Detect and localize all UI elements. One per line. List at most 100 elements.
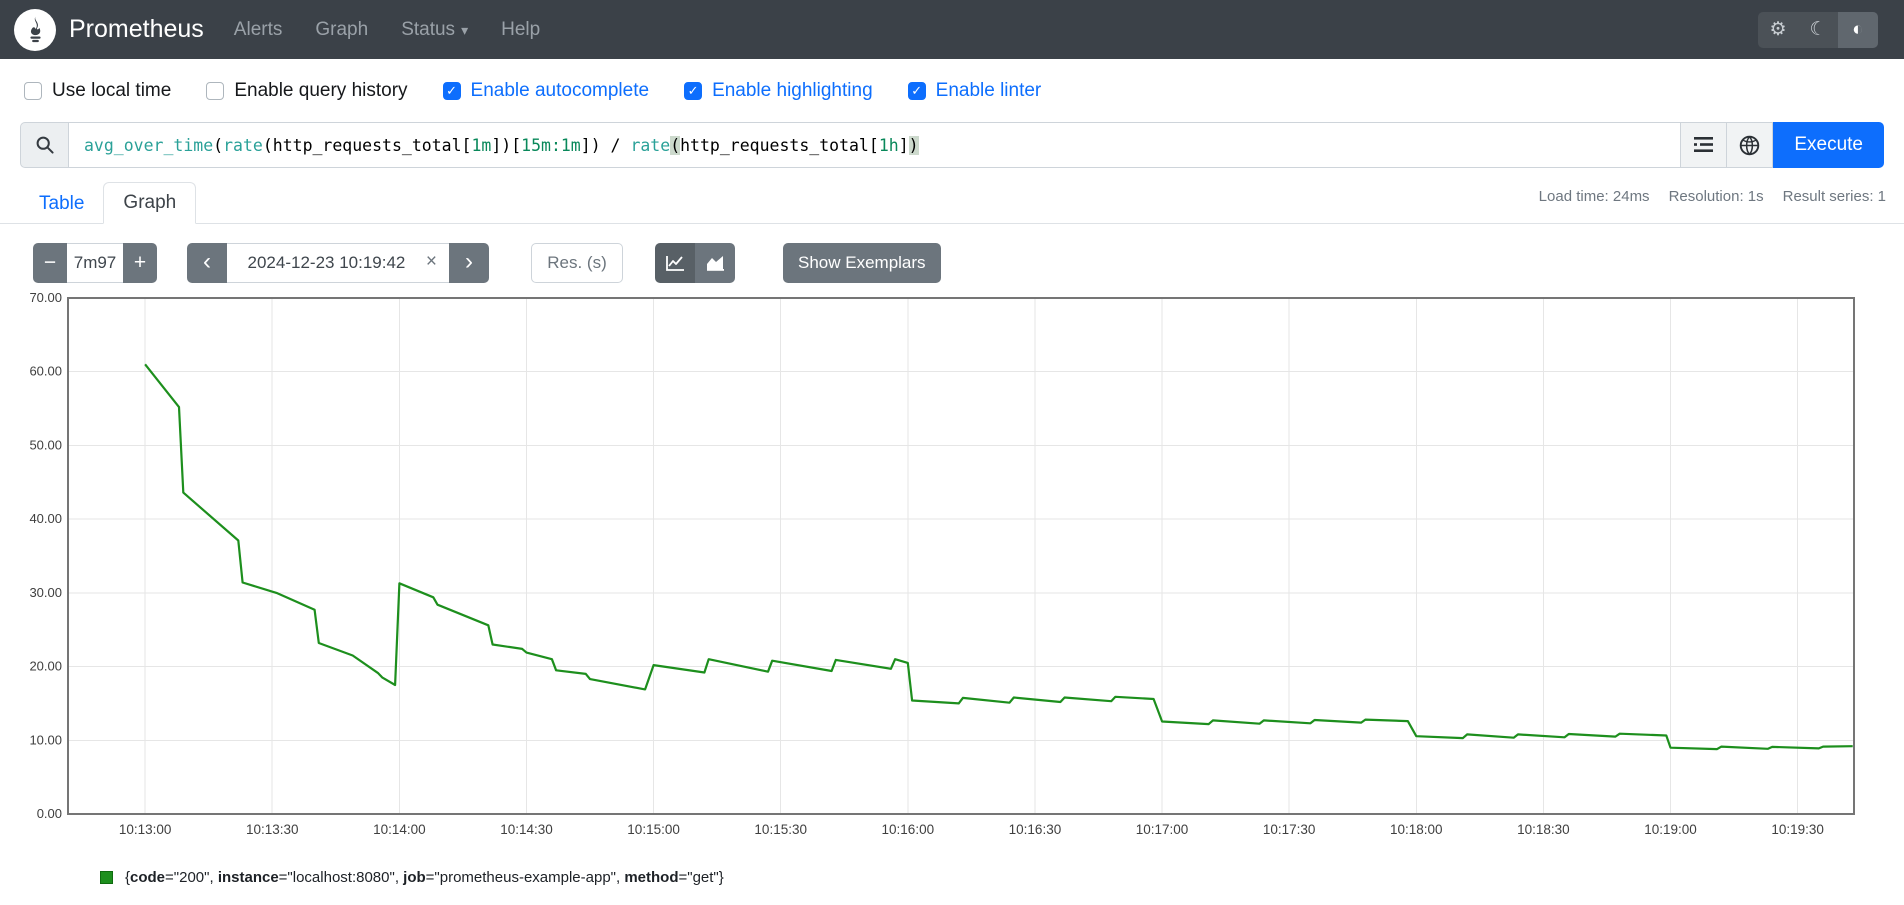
query-token: 1m [471,135,492,155]
svg-text:20.00: 20.00 [29,659,62,674]
svg-text:70.00: 70.00 [29,290,62,305]
series-label: {code="200", instance="localhost:8080", … [125,869,724,886]
query-tree-button[interactable] [1681,122,1728,168]
show-exemplars-button[interactable]: Show Exemplars [783,243,941,283]
query-token: / [600,135,631,155]
checkbox-box[interactable]: ✓ [907,82,926,100]
auto-theme-button[interactable]: ◐ [1838,11,1878,48]
series-swatch [100,871,113,884]
svg-text:30.00: 30.00 [29,585,62,600]
checkbox-box[interactable] [24,82,42,100]
query-token: rate [630,135,671,155]
query-token: ) [908,135,919,155]
tab-graph[interactable]: Graph [103,182,197,224]
query-token: rate [223,135,263,155]
app-title: Prometheus [69,15,204,43]
execute-button[interactable]: Execute [1773,122,1884,168]
range-input[interactable] [67,243,123,283]
query-tree-icon [1694,137,1714,152]
svg-text:10:17:30: 10:17:30 [1263,822,1316,837]
torch-flame-icon [29,16,41,43]
svg-text:10:13:30: 10:13:30 [246,822,299,837]
nav-link-graph[interactable]: Graph [315,19,368,41]
line-chart-button[interactable] [655,243,695,283]
resolution-input[interactable] [531,243,623,283]
query-token: http_requests_total [272,135,462,155]
query-token: ( [213,135,224,155]
forward-in-time-button[interactable]: › [449,243,489,283]
back-in-time-button[interactable]: ‹ [187,243,227,283]
series-line[interactable] [144,363,1853,751]
chevron-left-icon: ‹ [203,247,211,275]
settings-button[interactable]: ⚙ [1758,12,1798,48]
tab-table[interactable]: Table [20,184,103,224]
checkbox-box[interactable]: ✓ [684,82,703,100]
range-selector: − + [33,243,157,283]
checkbox-enable-query-history[interactable]: Enable query history [206,80,408,102]
checkbox-enable-autocomplete[interactable]: ✓ Enable autocomplete [442,80,649,102]
svg-text:10:15:30: 10:15:30 [754,822,807,837]
nav-link-help[interactable]: Help [501,19,540,41]
query-token: ( [262,135,273,155]
chart-type-toggle [655,243,735,283]
checkbox-use-local-time[interactable]: Use local time [24,80,171,102]
time-selector: ‹ 2024-12-23 10:19:42 × › [187,243,489,283]
query-token: ] [491,135,502,155]
decrease-range-button[interactable]: − [33,243,67,283]
search-icon [20,122,68,168]
svg-text:50.00: 50.00 [29,437,62,452]
prometheus-logo [14,8,56,51]
globe-icon [1740,135,1760,155]
svg-text:10:16:30: 10:16:30 [1009,822,1062,837]
plus-icon: + [133,251,147,274]
checkbox-enable-highlighting[interactable]: ✓ Enable highlighting [684,80,873,102]
line-chart-icon [666,256,684,271]
svg-text:0.00: 0.00 [37,806,62,821]
query-token: [ [511,135,522,155]
stat-result-series: Result series: 1 [1782,188,1886,205]
stacked-chart-button[interactable] [695,243,735,283]
svg-text:10:19:30: 10:19:30 [1771,822,1824,837]
chart-legend[interactable]: {code="200", instance="localhost:8080", … [100,869,1904,886]
minus-icon: − [43,251,57,274]
grid [68,298,1854,814]
checkbox-label: Enable highlighting [712,80,873,101]
svg-text:10:16:00: 10:16:00 [882,822,935,837]
checkbox-label: Enable linter [935,80,1042,101]
chevron-right-icon: › [465,247,473,275]
svg-text:10:18:00: 10:18:00 [1390,822,1443,837]
checkbox-box[interactable]: ✓ [442,82,461,100]
query-bar: avg_over_time(rate(http_requests_total[1… [20,122,1884,168]
plot-border [67,297,1855,815]
metrics-explorer-button[interactable] [1727,122,1774,168]
query-token: ] [580,135,591,155]
clear-time-icon[interactable]: × [426,251,449,275]
checkbox-box[interactable] [206,82,225,100]
nav-link-alerts[interactable]: Alerts [234,19,283,41]
stacked-chart-icon [707,256,724,271]
datetime-box: 2024-12-23 10:19:42 × [227,243,449,283]
time-series-chart[interactable]: 70.00 60.00 50.00 40.00 30.00 20.00 10.00 0.00 1… [20,290,1884,850]
dark-theme-button[interactable]: ☾ [1798,12,1838,48]
svg-text:10:15:00: 10:15:00 [627,822,680,837]
query-token: 1h [878,135,899,155]
query-token: avg_over_time [84,135,214,155]
stat-load-time: Load time: 24ms [1538,188,1650,205]
caret-down-icon: ▾ [461,21,469,38]
nav-link-status[interactable]: Status ▾ [401,19,468,41]
chart-area: 70.00 60.00 50.00 40.00 30.00 20.00 10.00 0.00 1… [0,290,1904,855]
svg-text:10:13:00: 10:13:00 [119,822,172,837]
query-token: ] [898,135,909,155]
query-token: 15m:1m [521,135,581,155]
theme-toggle-group: ⚙ ☾ ◐ [1758,11,1878,48]
query-input[interactable]: avg_over_time(rate(http_requests_total[1… [68,122,1682,168]
svg-text:10.00: 10.00 [29,732,62,747]
svg-text:10:19:00: 10:19:00 [1644,822,1697,837]
svg-text:10:14:30: 10:14:30 [500,822,553,837]
increase-range-button[interactable]: + [123,243,157,283]
query-token: http_requests_total [680,135,869,155]
checkbox-enable-linter[interactable]: ✓ Enable linter [907,80,1042,102]
y-axis-labels: 70.00 60.00 50.00 40.00 30.00 20.00 10.00 0.00 [29,290,62,821]
datetime-input[interactable]: 2024-12-23 10:19:42 [227,253,426,273]
contrast-icon: ◐ [1852,18,1864,40]
